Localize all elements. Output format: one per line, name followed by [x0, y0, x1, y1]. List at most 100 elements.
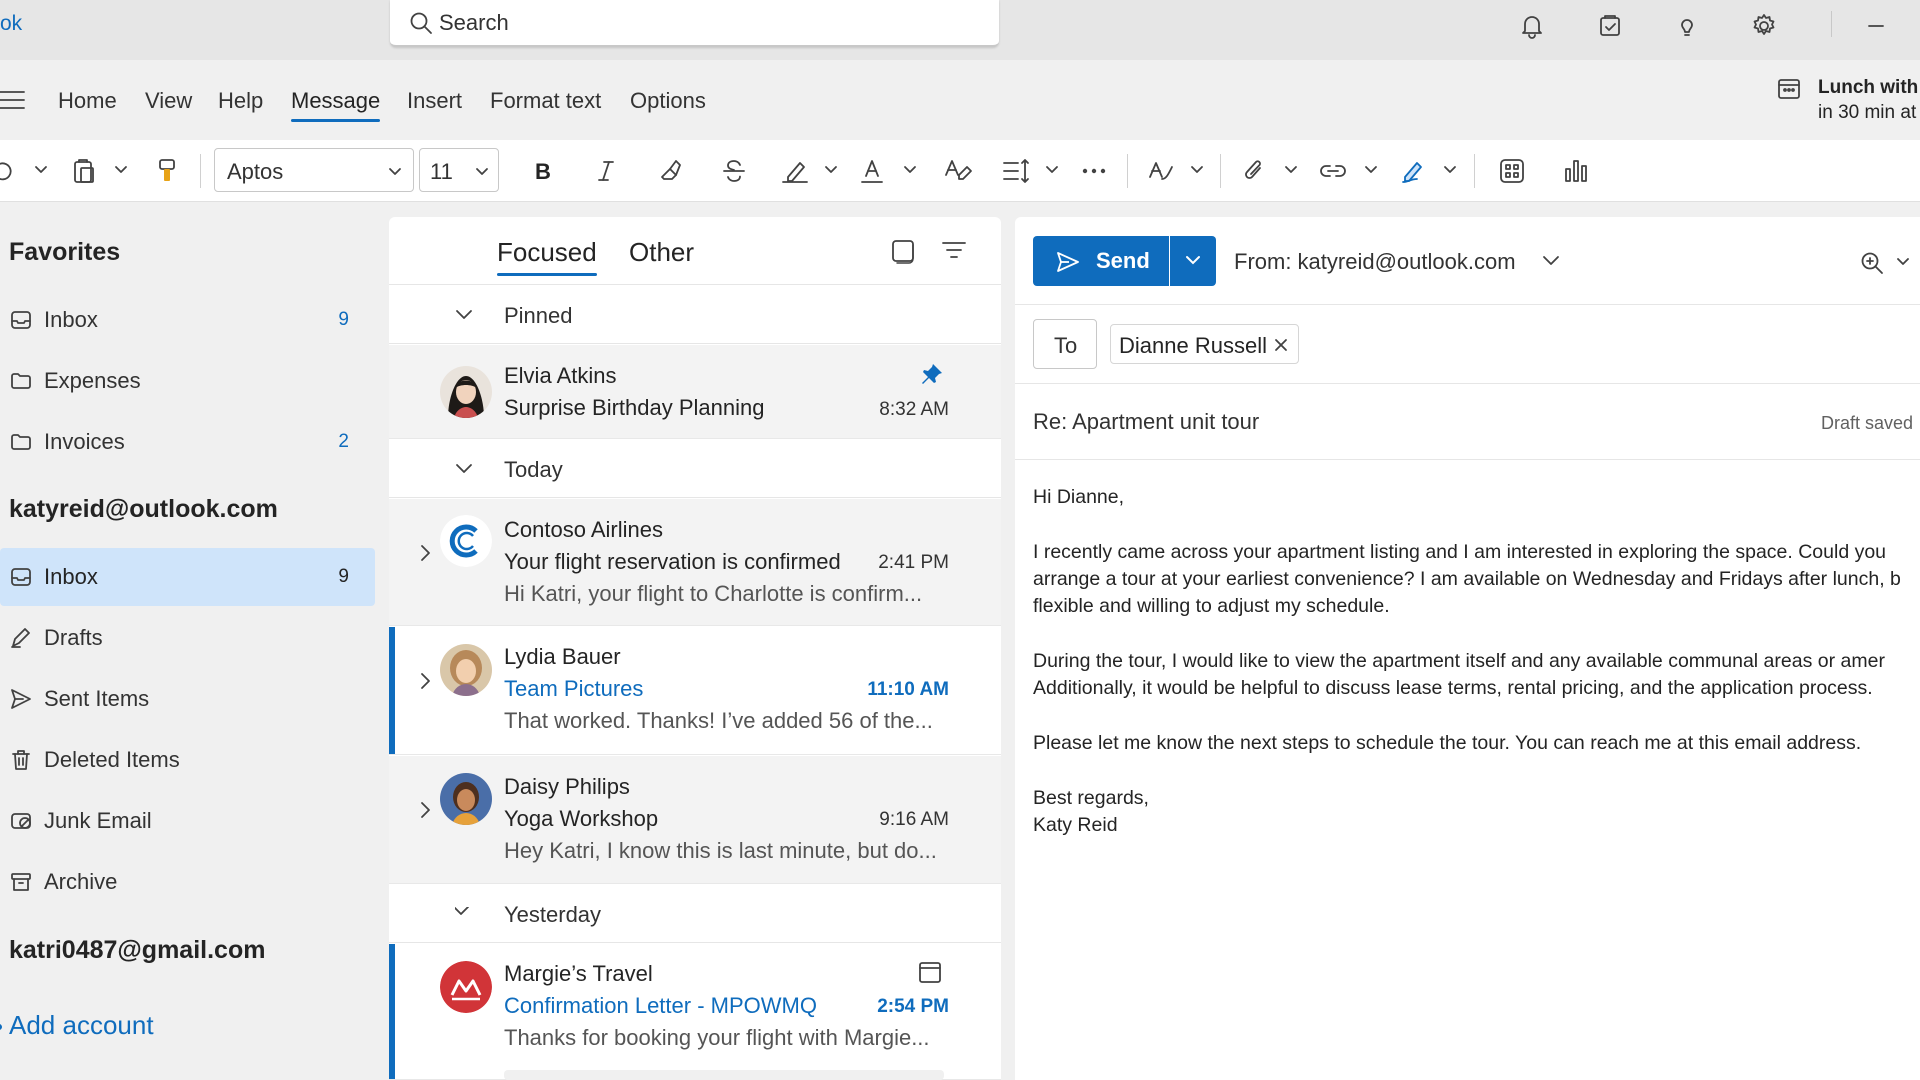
tab-home[interactable]: Home: [58, 88, 117, 114]
body-line: Katy Reid: [1033, 814, 1118, 836]
draft-status: Draft saved: [1821, 413, 1914, 433]
drafts-icon: [11, 628, 30, 648]
from-field[interactable]: From: katyreid@outlook.com: [1234, 249, 1516, 275]
chevron-down-icon[interactable]: [1044, 156, 1060, 184]
search-input[interactable]: Search: [390, 0, 999, 47]
message-sender: Contoso Airlines: [504, 517, 663, 542]
chevron-down-icon[interactable]: [1189, 156, 1205, 184]
hamburger-menu-icon[interactable]: [0, 86, 28, 114]
app-name: ok: [0, 12, 23, 35]
pin-icon[interactable]: [919, 361, 945, 387]
tab-insert[interactable]: Insert: [407, 88, 462, 114]
message-item[interactable]: Lydia Bauer Team Pictures That worked. T…: [389, 627, 1001, 755]
chevron-down-icon[interactable]: [1283, 156, 1299, 184]
more-options-icon[interactable]: [1076, 153, 1112, 189]
strikethrough-icon[interactable]: [716, 153, 752, 189]
close-icon[interactable]: [1273, 337, 1289, 353]
compose-pane: Send From: katyreid@outlook.com To Diann…: [1015, 217, 1920, 1080]
tab-view[interactable]: View: [145, 88, 192, 114]
tab-options[interactable]: Options: [630, 88, 706, 114]
tab-message[interactable]: Message: [291, 88, 381, 122]
message-subject: Team Pictures: [504, 676, 644, 701]
lightbulb-icon[interactable]: [1669, 8, 1705, 44]
chevron-down-icon: [456, 464, 472, 473]
folder-inbox[interactable]: Inbox 9: [0, 548, 375, 606]
folder-archive[interactable]: Archive: [0, 853, 375, 911]
reminder-title[interactable]: Lunch with: [1818, 77, 1918, 99]
message-item[interactable]: Daisy Philips Yoga Workshop Hey Katri, I…: [389, 756, 1001, 884]
chevron-down-icon[interactable]: [1363, 156, 1379, 184]
styles-icon[interactable]: [940, 153, 976, 189]
zoom-in-icon[interactable]: [1859, 250, 1885, 276]
favorite-expenses[interactable]: Expenses: [0, 352, 375, 410]
message-item[interactable]: Contoso Airlines Your flight reservation…: [389, 499, 1001, 626]
chevron-right-icon[interactable]: [418, 543, 432, 563]
chevron-down-icon[interactable]: [1895, 256, 1911, 268]
chevron-down-icon[interactable]: [902, 156, 918, 184]
filter-icon[interactable]: [941, 239, 967, 261]
to-button[interactable]: To: [1033, 319, 1097, 369]
subject-field[interactable]: Re: Apartment unit tour: [1033, 409, 1259, 435]
folder-drafts[interactable]: Drafts: [0, 609, 375, 667]
format-painter-icon[interactable]: [152, 153, 182, 189]
chevron-down-icon[interactable]: [33, 156, 49, 184]
recipient-chip[interactable]: Dianne Russell: [1110, 324, 1299, 364]
tab-format-text[interactable]: Format text: [490, 88, 601, 114]
chevron-down-icon[interactable]: [1442, 156, 1458, 184]
chevron-down-icon[interactable]: [1541, 253, 1561, 269]
folder-sent-items[interactable]: Sent Items: [0, 670, 375, 728]
apps-icon[interactable]: [1494, 153, 1530, 189]
inbox-icon: [11, 568, 31, 586]
highlighter-icon[interactable]: [777, 153, 813, 189]
font-name-dropdown[interactable]: Aptos: [214, 148, 414, 192]
chevron-down-icon[interactable]: [113, 156, 129, 184]
archive-icon: [11, 873, 31, 891]
settings-icon[interactable]: [1746, 8, 1782, 44]
send-button[interactable]: Send: [1033, 236, 1169, 286]
group-header-yesterday[interactable]: Yesterday: [389, 885, 1001, 943]
tab-other[interactable]: Other: [629, 237, 694, 268]
bell-icon[interactable]: [1514, 8, 1550, 44]
chevron-right-icon[interactable]: [418, 671, 432, 691]
clear-formatting-icon[interactable]: [652, 153, 688, 189]
link-icon[interactable]: [1315, 153, 1351, 189]
tab-focused[interactable]: Focused: [497, 237, 597, 276]
calendar-icon[interactable]: [1776, 75, 1802, 101]
ribbon-divider: [200, 154, 201, 188]
font-color-icon[interactable]: [854, 153, 890, 189]
paste-icon[interactable]: [67, 153, 101, 189]
divider: [1015, 304, 1920, 305]
italic-icon[interactable]: [588, 153, 624, 189]
bold-icon[interactable]: B: [524, 153, 560, 189]
favorite-invoices[interactable]: Invoices 2: [0, 413, 375, 471]
chevron-right-icon[interactable]: [418, 800, 432, 820]
chevron-down-icon: [1186, 256, 1200, 265]
group-header-pinned[interactable]: Pinned: [389, 286, 1001, 344]
search-placeholder: Search: [439, 10, 509, 35]
undo-icon[interactable]: [0, 153, 16, 189]
account-heading[interactable]: katri0487@gmail.com: [9, 936, 265, 965]
editor-icon[interactable]: [1144, 153, 1180, 189]
body-line: Best regards,: [1033, 787, 1149, 809]
chevron-down-icon[interactable]: [823, 156, 839, 184]
chevron-down-icon: [455, 907, 469, 915]
group-header-today[interactable]: Today: [389, 440, 1001, 498]
message-item[interactable]: Margie’s Travel Confirmation Letter - MP…: [389, 944, 1001, 1080]
minimize-icon[interactable]: [1858, 8, 1894, 44]
send-options-dropdown[interactable]: [1170, 236, 1216, 286]
select-all-icon[interactable]: [889, 237, 917, 265]
favorite-inbox[interactable]: Inbox 9: [0, 291, 375, 349]
signature-icon[interactable]: [1396, 153, 1432, 189]
message-item[interactable]: Elvia Atkins Surprise Birthday Planning …: [389, 345, 1001, 439]
add-account-link[interactable]: Add account: [9, 1010, 154, 1041]
attach-icon[interactable]: [1236, 153, 1272, 189]
folder-deleted-items[interactable]: Deleted Items: [0, 731, 375, 789]
insights-chart-icon[interactable]: [1558, 153, 1594, 189]
font-size-dropdown[interactable]: 11: [419, 148, 499, 192]
folder-junk-email[interactable]: Junk Email: [0, 792, 375, 850]
favorites-heading[interactable]: Favorites: [9, 238, 120, 267]
line-spacing-icon[interactable]: [999, 153, 1035, 189]
tab-help[interactable]: Help: [218, 88, 263, 114]
account-heading[interactable]: katyreid@outlook.com: [9, 495, 278, 524]
clipboard-check-icon[interactable]: [1592, 8, 1628, 44]
